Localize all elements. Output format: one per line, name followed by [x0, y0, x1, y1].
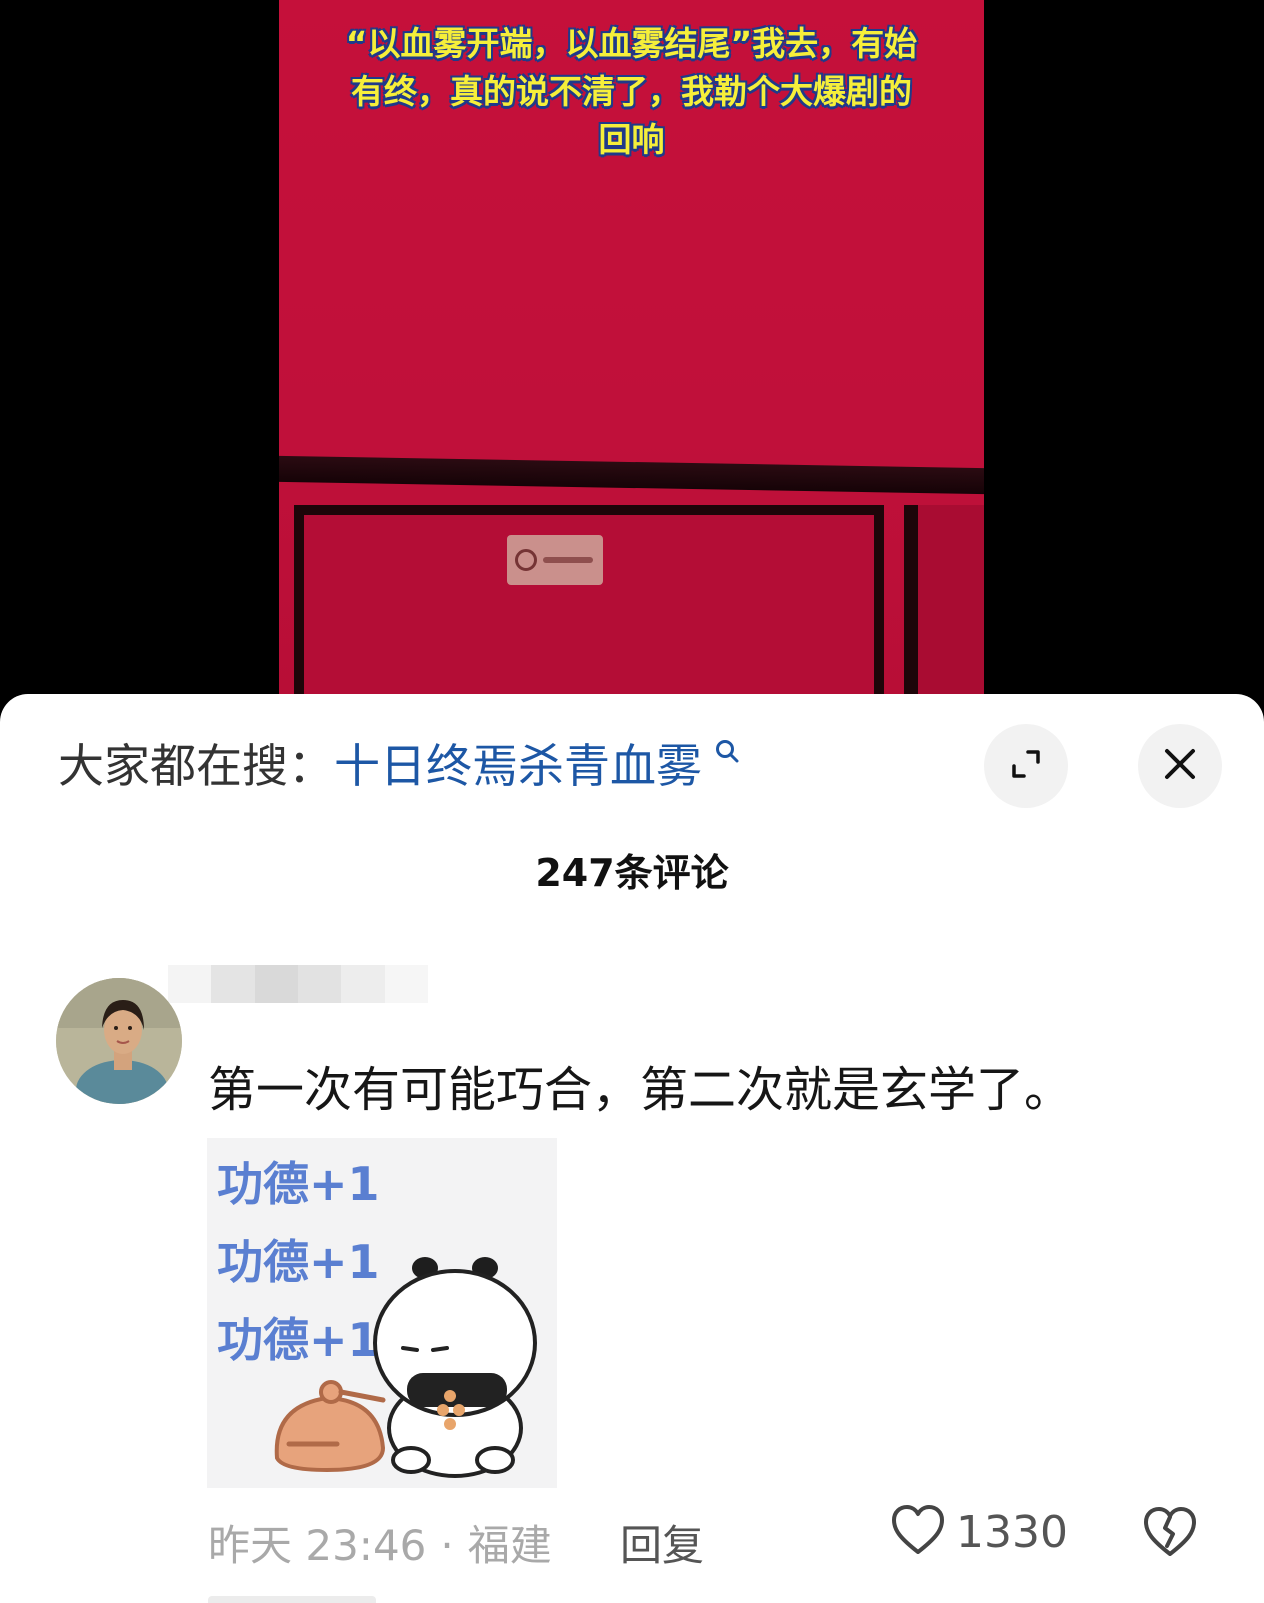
- comment-text: 第一次有可能巧合，第二次就是玄学了。: [208, 1062, 1073, 1118]
- sticker-text: 功德+1: [217, 1313, 380, 1367]
- like-count: 1330: [956, 1506, 1068, 1558]
- broken-heart-icon: [1142, 1507, 1198, 1562]
- comment-time: 昨天 23:46: [208, 1521, 427, 1570]
- dislike-button[interactable]: [1142, 1506, 1198, 1562]
- caption-line: 有终，真的说不清了，我勒个大爆剧的: [351, 72, 912, 111]
- close-icon: [1162, 746, 1198, 786]
- caption-line: 回响: [598, 120, 665, 159]
- like-button[interactable]: 1330: [890, 1504, 1068, 1560]
- trending-search-term[interactable]: 十日终焉杀青血雾: [334, 739, 702, 793]
- heart-icon: [890, 1504, 946, 1560]
- username-blurred: [168, 956, 428, 1012]
- comment-meta: 昨天 23:46 · 福建: [208, 1512, 552, 1573]
- sticker-text: 功德+1: [217, 1235, 380, 1289]
- caption-line: “以血雾开端，以血雾结尾”我去，有始: [345, 24, 918, 63]
- video-caption: “以血雾开端，以血雾结尾”我去，有始 有终，真的说不清了，我勒个大爆剧的 回响: [309, 20, 954, 164]
- comment-location: 福建: [467, 1521, 552, 1570]
- reply-button[interactable]: 回复: [620, 1512, 704, 1573]
- close-button[interactable]: [1138, 724, 1222, 808]
- no-smoking-sign: [507, 535, 603, 585]
- frame-panel-right: [904, 505, 984, 720]
- comments-sheet: 大家都在搜：十日终焉杀青血雾 247条评论 第一次有可能巧合，第二次就是玄学了。…: [0, 694, 1264, 1603]
- meta-separator: ·: [440, 1521, 454, 1570]
- search-icon: [706, 740, 740, 771]
- expand-button[interactable]: [984, 724, 1068, 808]
- next-comment-preview: [208, 1596, 376, 1603]
- sticker-text: 功德+1: [217, 1157, 380, 1211]
- comment-count-title: 247条评论: [535, 851, 729, 895]
- trending-search-label: 大家都在搜：: [58, 739, 334, 793]
- video-player[interactable]: “以血雾开端，以血雾结尾”我去，有始 有终，真的说不清了，我勒个大爆剧的 回响: [0, 0, 1264, 720]
- trending-search[interactable]: 大家都在搜：十日终焉杀青血雾: [58, 730, 740, 796]
- frame-bar: [279, 455, 984, 495]
- video-frame: “以血雾开端，以血雾结尾”我去，有始 有终，真的说不清了，我勒个大爆剧的 回响: [279, 0, 984, 720]
- avatar[interactable]: [56, 978, 182, 1104]
- panda-sticker[interactable]: 功德+1 功德+1 功德+1: [207, 1138, 557, 1488]
- expand-icon: [1006, 744, 1046, 788]
